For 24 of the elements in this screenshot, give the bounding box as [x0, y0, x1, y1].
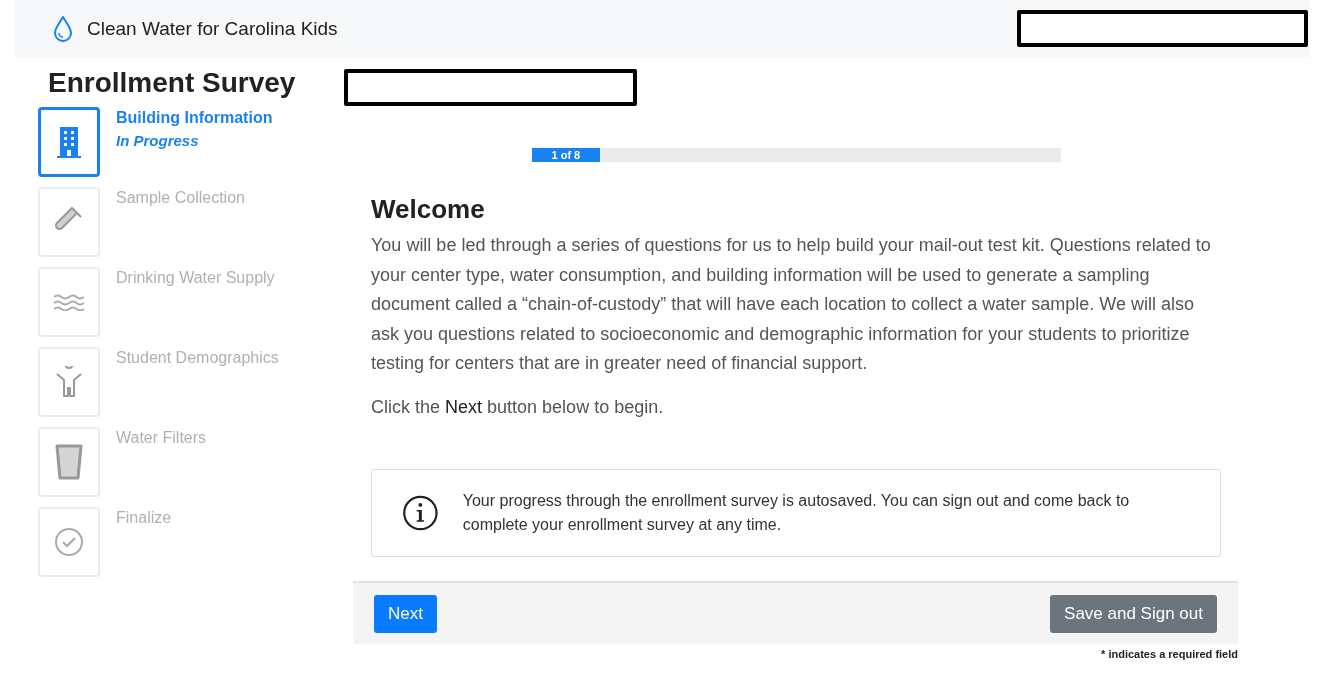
app-name: Clean Water for Carolina Kids	[87, 17, 338, 40]
instruction-text: Click the Next button below to begin.	[371, 395, 665, 419]
required-field-note: * indicates a required field	[1101, 648, 1238, 660]
next-button[interactable]: Next	[374, 594, 437, 633]
step-label[interactable]: Sample Collection	[116, 189, 245, 207]
section-heading: Welcome	[371, 194, 486, 225]
step-label[interactable]: Finalize	[116, 509, 172, 527]
building-icon	[56, 126, 82, 158]
intro-paragraph: You will be led through a series of questions for us to help build your mail-out test kit. Questions related to your center type, water consumption, and building information will be used to generate a sampling document called a “chain-of-custody” that will have each location to collect a water sample. We will also ask you questions related to socioeconomic and demographic information for your students to prioritize testing for centers that are in greater need of financial support.	[371, 234, 1212, 375]
child-figure-icon	[54, 366, 84, 398]
step-icon-tile[interactable]	[38, 107, 100, 177]
step-status: In Progress	[116, 132, 200, 149]
glass-icon	[55, 444, 83, 480]
water-drop-icon	[53, 15, 73, 42]
waves-icon	[53, 293, 85, 311]
save-and-sign-out-button[interactable]: Save and Sign out	[1050, 594, 1217, 633]
step-label[interactable]: Building Information	[116, 109, 273, 127]
step-label[interactable]: Student Demographics	[116, 349, 279, 367]
progress-label: 1 of 8	[551, 149, 581, 161]
step-label[interactable]: Drinking Water Supply	[116, 269, 275, 287]
check-circle-icon	[54, 527, 84, 557]
notice-text: Your progress through the enrollment survey is autosaved. You can sign out and come back to complete your enrollment survey at any time.	[462, 491, 1131, 535]
survey-title: Enrollment Survey	[48, 67, 297, 99]
step-label[interactable]: Water Filters	[116, 429, 207, 447]
